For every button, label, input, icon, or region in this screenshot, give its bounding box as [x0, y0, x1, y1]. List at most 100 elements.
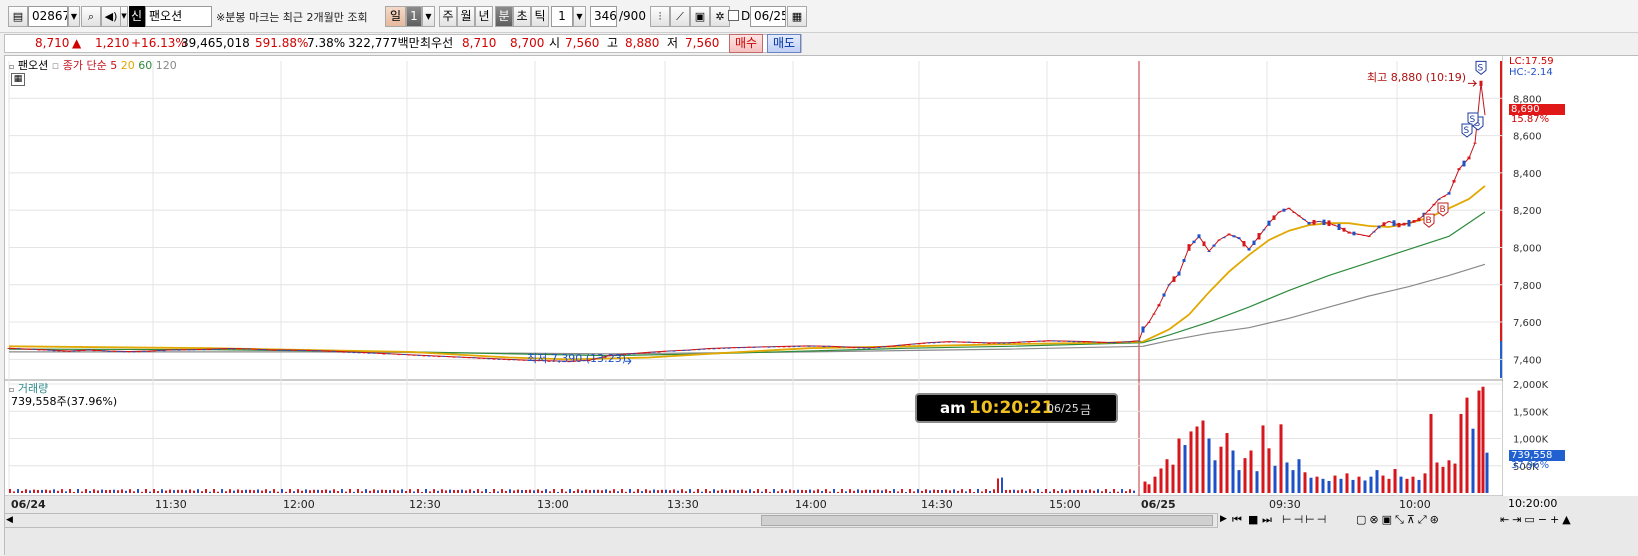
candle: [1092, 341, 1096, 343]
low-label: 저: [667, 36, 679, 50]
buy-button[interactable]: 매수: [729, 34, 763, 53]
zoom-range-icon[interactable]: ⊢⊣⊢⊣: [1282, 513, 1328, 526]
current-pct-tag: 15.87%: [1511, 114, 1550, 125]
candle: [497, 358, 501, 360]
date-checkbox-label: D: [741, 9, 751, 23]
candle: [1102, 341, 1106, 343]
candle: [1162, 293, 1166, 297]
period-year-button[interactable]: 년: [475, 6, 493, 27]
volume-bar: [25, 489, 27, 493]
up-arrow-icon: ▲: [72, 36, 82, 50]
candle: [1257, 233, 1261, 240]
volume-bar: [685, 491, 687, 493]
speaker-icon[interactable]: ◀): [101, 6, 121, 27]
clock-overlay: am 10:20:21 06/25 금: [915, 393, 1118, 423]
volume-bar: [513, 490, 515, 493]
volume-bar: [777, 491, 779, 493]
volume-bar: [969, 489, 971, 493]
stock-name-field[interactable]: 팬오션: [145, 6, 212, 27]
save-icon[interactable]: ▣: [690, 6, 710, 27]
period-dropdown-chevron-icon[interactable]: ▼: [422, 6, 435, 27]
candle: [942, 341, 946, 343]
volume-bar: [997, 478, 999, 493]
volume-bar: [465, 490, 467, 493]
lc-label: LC:17.59: [1509, 56, 1554, 67]
candle: [167, 349, 171, 351]
candle: [702, 348, 706, 350]
volume-bar: [1429, 413, 1433, 493]
gear-icon[interactable]: ✲: [710, 6, 730, 27]
volume-bar: [461, 489, 463, 493]
panel-layout-icon[interactable]: ▤: [8, 6, 28, 27]
interval-input[interactable]: 1: [551, 6, 573, 27]
volume-bar: [1333, 475, 1337, 493]
interval-dropdown-chevron-icon[interactable]: ▼: [573, 6, 586, 27]
low-annotation: 최저 7,390 (13:23): [527, 352, 627, 365]
ma5-line: [8, 83, 1486, 362]
candle: [742, 347, 746, 349]
candle: [397, 354, 401, 356]
volume-bar: [317, 489, 319, 493]
period-day-button[interactable]: 일: [385, 6, 406, 27]
candle: [677, 349, 681, 352]
period-minute-button[interactable]: 분: [495, 6, 513, 27]
candle: [272, 349, 276, 351]
candle: [847, 346, 851, 348]
candle: [917, 343, 921, 345]
candle: [192, 349, 196, 351]
volume-bar: [961, 489, 963, 493]
scroll-left-icon[interactable]: ◀: [6, 514, 13, 527]
candle: [517, 359, 521, 361]
candle: [237, 348, 241, 350]
count-input[interactable]: 346: [590, 6, 617, 27]
volume-bar: [181, 489, 183, 493]
code-dropdown-chevron-icon[interactable]: ▼: [68, 6, 80, 27]
volume-bar: [653, 489, 655, 493]
volume-bar: [265, 489, 267, 493]
period-day-count[interactable]: 1: [406, 6, 422, 27]
fast-forward-icon[interactable]: ⏭: [1262, 513, 1272, 527]
time-tick-label: 09:30: [1269, 498, 1301, 511]
period-second-button[interactable]: 초: [513, 6, 531, 27]
chart-area[interactable]: SSSSBB 8,800 8,600 8,400 8,200 8,000 7,800 7,6…: [4, 55, 1638, 556]
speaker-dropdown-chevron-icon[interactable]: ▼: [120, 6, 128, 27]
date-input[interactable]: 06/25: [750, 6, 786, 27]
zoom-icons[interactable]: ⇤⇥▭−+▲: [1500, 513, 1574, 526]
candle: [1397, 222, 1401, 228]
scrollbar-thumb[interactable]: [761, 515, 1213, 526]
time-tick-label: 11:30: [155, 498, 187, 511]
volume-bar: [749, 489, 751, 493]
draw-line-icon[interactable]: ⟋: [670, 6, 690, 27]
candle: [807, 345, 811, 347]
period-month-button[interactable]: 월: [457, 6, 475, 27]
volume-bar: [1453, 463, 1457, 493]
chart-tools-icon[interactable]: ▢⊗▣⤡⊼⤢⊛: [1356, 513, 1442, 527]
volume-bar: [889, 490, 891, 493]
period-tick-button[interactable]: 틱: [531, 6, 549, 27]
sell-button[interactable]: 매도: [767, 34, 801, 53]
volume-bar: [57, 490, 59, 493]
candle: [932, 342, 936, 344]
candle: [982, 342, 986, 344]
candle-type-icon[interactable]: ⫶: [650, 6, 670, 27]
price-volume-chart[interactable]: SSSSBB 8,8008,6008,4008,2008,0007,8007,6…: [5, 56, 1638, 556]
calendar-icon[interactable]: ▦: [787, 6, 807, 27]
candle: [827, 345, 831, 347]
volume-bar: [801, 489, 803, 493]
volume-bar: [1183, 445, 1187, 493]
volume-bar: [857, 489, 859, 493]
volume-bar: [953, 489, 955, 493]
search-icon[interactable]: ⌕: [81, 6, 101, 27]
stock-code-input[interactable]: 028670: [28, 6, 68, 27]
volume-bar: [393, 489, 395, 493]
volume-bar: [1057, 491, 1059, 493]
scroll-right-icon[interactable]: ▶: [1220, 514, 1227, 524]
time-tick-label: 10:00: [1399, 498, 1431, 511]
date-checkbox[interactable]: [728, 10, 739, 21]
candle: [667, 350, 671, 352]
rewind-icon[interactable]: ⏮: [1232, 513, 1242, 527]
period-week-button[interactable]: 주: [439, 6, 457, 27]
horizontal-scrollbar[interactable]: ◀: [4, 513, 1218, 528]
table-view-icon[interactable]: ▦: [11, 73, 25, 86]
stop-icon[interactable]: ■: [1248, 513, 1258, 526]
